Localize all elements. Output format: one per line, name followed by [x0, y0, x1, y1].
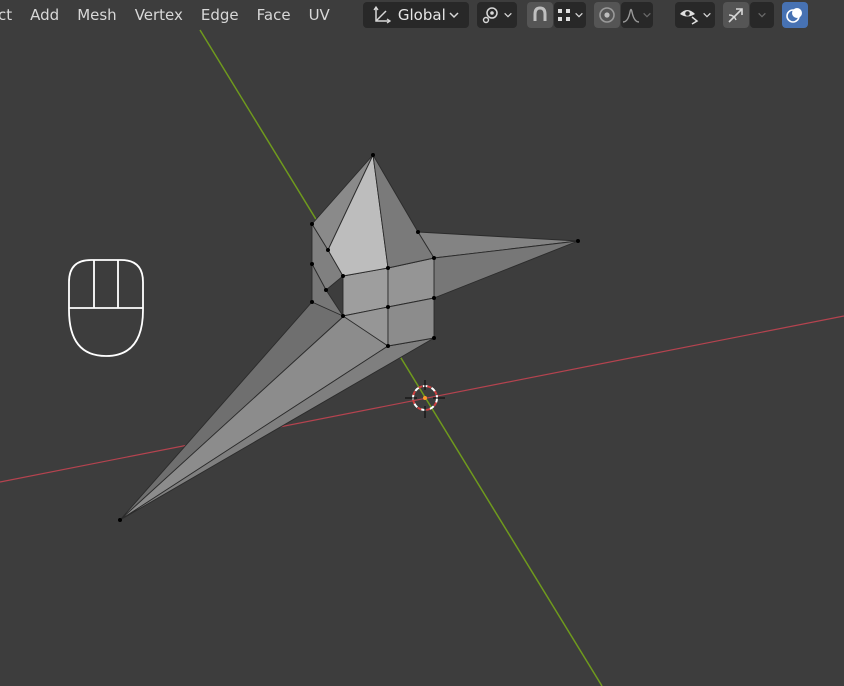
menu-item-edge[interactable]: Edge [192, 1, 248, 29]
mesh-object[interactable] [119, 154, 579, 521]
3d-viewport[interactable] [0, 0, 844, 686]
visibility-dropdown[interactable] [674, 2, 715, 28]
chevron-down-icon [757, 10, 767, 20]
pivot-point-icon [481, 5, 501, 25]
menu-item-uv[interactable]: UV [300, 1, 339, 29]
mesh-face [119, 315, 389, 521]
falloff-curve-icon [622, 6, 640, 24]
mesh-face [119, 301, 345, 521]
snap-increment-icon [556, 7, 572, 23]
pivot-point-dropdown[interactable] [476, 2, 517, 28]
overlay-icon [785, 5, 805, 25]
chevron-down-icon [702, 10, 712, 20]
transform-orientation-icon [372, 5, 392, 25]
snap-target-dropdown[interactable] [553, 2, 586, 28]
transform-orientation-label: Global [397, 6, 446, 24]
magnet-snap-icon [530, 5, 550, 25]
y-axis-line [199, 29, 603, 686]
chevron-down-icon [642, 10, 652, 20]
chevron-down-icon [448, 9, 460, 21]
chevron-down-icon [503, 10, 513, 20]
proportional-editing-icon [597, 5, 617, 25]
gizmo-dropdown[interactable] [749, 2, 774, 28]
viewport-header: ct Add Mesh Vertex Edge Face UV Global [0, 0, 844, 30]
snap-toggle-button[interactable] [526, 2, 553, 28]
gizmo-toggle[interactable] [722, 2, 749, 28]
mesh-face [387, 297, 435, 347]
menu-item-mesh[interactable]: Mesh [68, 1, 126, 29]
gizmo-arrow-icon [726, 5, 746, 25]
3d-cursor-icon[interactable] [405, 380, 445, 418]
menu-item-face[interactable]: Face [248, 1, 300, 29]
menu-item-vertex[interactable]: Vertex [126, 1, 192, 29]
menu-item-object[interactable]: ct [0, 1, 21, 29]
falloff-dropdown[interactable] [620, 2, 653, 28]
proportional-editing-toggle[interactable] [593, 2, 620, 28]
eye-visibility-icon [678, 5, 700, 25]
chevron-down-icon [574, 10, 584, 20]
overlay-toggle[interactable] [781, 2, 808, 28]
mouse-icon [68, 259, 144, 357]
menu-item-add[interactable]: Add [21, 1, 68, 29]
transform-orientation-dropdown[interactable]: Global [362, 2, 469, 28]
